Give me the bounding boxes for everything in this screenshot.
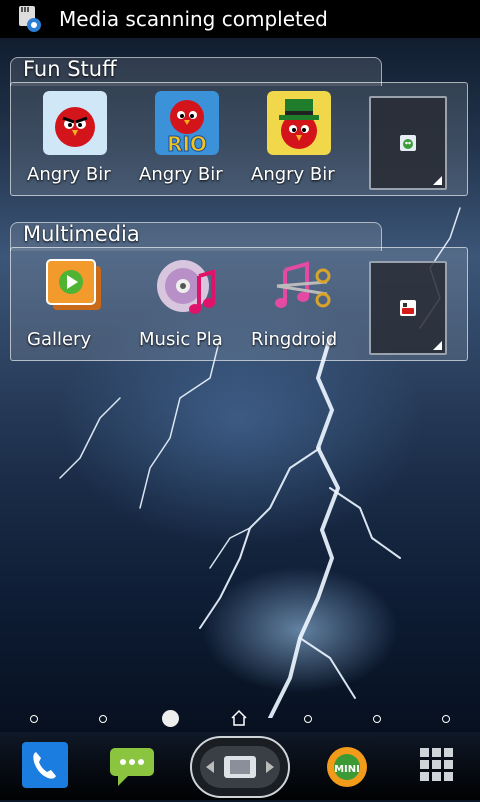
page-dot[interactable] (304, 715, 312, 723)
launcher-toggle-icon[interactable] (190, 736, 290, 802)
angry-birds-seasons-icon (267, 91, 331, 155)
home-icon[interactable] (230, 709, 248, 727)
page-dot[interactable] (30, 715, 38, 723)
app-music-player[interactable]: Music Pla (135, 256, 239, 350)
folder-body: Angry Bir RIO Angry Bir Angry Bir (10, 82, 468, 196)
app-ringdroid[interactable]: Ringdroid (247, 256, 351, 350)
app-angry-birds-rio[interactable]: RIO Angry Bir (135, 91, 239, 185)
app-label: Angry Bir (27, 164, 111, 185)
page-dot[interactable] (99, 715, 107, 723)
messaging-icon[interactable] (108, 744, 156, 792)
notification-text: Media scanning completed (59, 7, 328, 31)
page-indicator[interactable] (0, 708, 480, 728)
angry-birds-rio-icon: RIO (155, 91, 219, 155)
page-dot-active[interactable] (162, 710, 179, 727)
app-label: Ringdroid (251, 329, 338, 350)
youtube-icon (400, 300, 416, 316)
folder-multimedia: Multimedia Gallery Music Pla Ringdroid (10, 222, 468, 362)
app-label: Music Pla (139, 329, 223, 350)
status-bar: Media scanning completed (0, 0, 480, 38)
app-drawer-icon[interactable] (420, 748, 454, 786)
app-label: Gallery (27, 329, 92, 350)
page-dot[interactable] (442, 715, 450, 723)
small-app-icon (400, 135, 416, 151)
folder-preview-widget[interactable] (369, 261, 447, 355)
dock: MINI (0, 732, 480, 800)
folder-fun-stuff: Fun Stuff Angry Bir RIO Angry Bir Angry … (10, 57, 468, 197)
app-label: Angry Bir (251, 164, 335, 185)
svg-text:RIO: RIO (167, 132, 207, 155)
resize-corner-icon (433, 176, 442, 185)
app-label: Angry Bir (139, 164, 223, 185)
folder-title: Multimedia (23, 222, 140, 246)
phone-icon[interactable] (22, 742, 68, 792)
app-angry-birds-seasons[interactable]: Angry Bir (247, 91, 351, 185)
media-scan-icon (15, 4, 45, 34)
folder-preview-widget[interactable] (369, 96, 447, 190)
folder-title: Fun Stuff (23, 57, 117, 81)
folder-body: Gallery Music Pla Ringdroid (10, 247, 468, 361)
browser-mini-icon[interactable]: MINI (324, 744, 370, 794)
ringdroid-icon (267, 256, 331, 320)
resize-corner-icon (433, 341, 442, 350)
app-angry-birds[interactable]: Angry Bir (23, 91, 127, 185)
app-gallery[interactable]: Gallery (23, 256, 127, 350)
gallery-icon (43, 256, 107, 320)
angry-birds-icon (43, 91, 107, 155)
music-player-icon (155, 256, 219, 320)
svg-text:MINI: MINI (334, 764, 360, 775)
page-dot[interactable] (373, 715, 381, 723)
